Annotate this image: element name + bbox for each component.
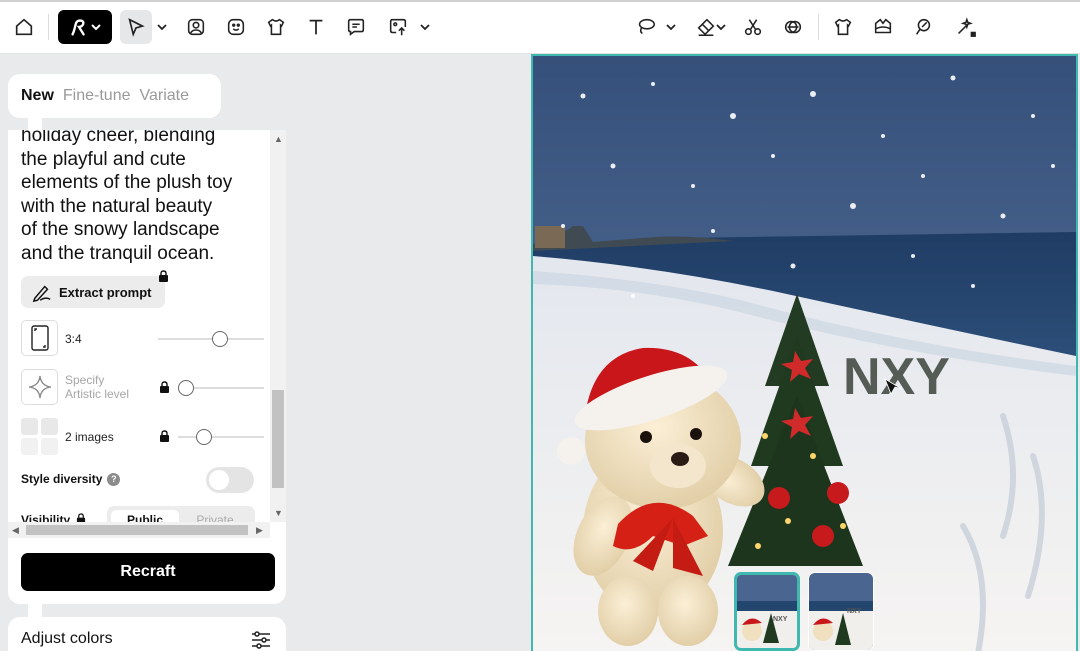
sparkle-icon <box>28 375 51 399</box>
thumbnail-sign-text: NXY <box>773 616 788 623</box>
image-count-slider[interactable] <box>178 429 264 445</box>
style-diversity-label: Style diversity ? <box>21 472 121 486</box>
upload-dropdown[interactable] <box>418 10 432 44</box>
prompt-line: holiday cheer, blending <box>21 130 216 146</box>
lock-icon <box>160 430 169 442</box>
tab-fine-tune[interactable]: Fine-tune <box>63 87 131 105</box>
aspect-ratio-icon <box>30 325 49 351</box>
generation-panel: holiday cheer, blending the playful and … <box>8 130 286 604</box>
toolbar-divider <box>48 14 49 40</box>
text-tool-icon[interactable] <box>300 10 332 44</box>
visibility-segmented-control: Public Private <box>107 506 255 522</box>
layers-icon[interactable] <box>777 10 809 44</box>
brush-icon[interactable] <box>907 10 939 44</box>
settings-scroll-area[interactable]: holiday cheer, blending the playful and … <box>8 130 270 522</box>
sliders-icon[interactable] <box>250 629 272 651</box>
tshirt-icon[interactable] <box>827 10 859 44</box>
scroll-left-arrow-icon[interactable]: ◀ <box>12 525 19 536</box>
artistic-level-label: Specify Artistic level <box>65 373 129 401</box>
visibility-public-option[interactable]: Public <box>111 510 179 522</box>
pointer-icon <box>128 18 145 37</box>
extract-prompt-label: Extract prompt <box>59 284 152 300</box>
slider-handle[interactable] <box>178 380 194 396</box>
lasso-icon[interactable] <box>630 10 662 44</box>
tab-new[interactable]: New <box>21 87 54 105</box>
chevron-down-icon <box>157 24 167 31</box>
scroll-right-arrow-icon[interactable]: ▶ <box>256 525 263 536</box>
adjust-colors-label: Adjust colors <box>21 630 113 647</box>
variant-thumbnail-1[interactable]: NXY <box>734 572 800 651</box>
tab-variate[interactable]: Variate <box>140 87 190 105</box>
artistic-level-label-line: Artistic level <box>65 387 130 401</box>
horizontal-scroll-thumb[interactable] <box>26 525 248 535</box>
scissors-icon[interactable] <box>737 10 769 44</box>
style-diversity-text: Style diversity <box>21 472 103 486</box>
scroll-down-arrow-icon[interactable]: ▼ <box>274 508 283 518</box>
thumbnail-image: NXY <box>737 575 797 648</box>
slider-handle[interactable] <box>195 429 212 445</box>
sticker-icon[interactable] <box>220 10 252 44</box>
recraft-button[interactable]: Recraft <box>21 553 275 591</box>
vertical-scroll-thumb[interactable] <box>272 390 284 488</box>
variant-thumbnails: NXY NXY <box>734 572 876 651</box>
magic-edit-icon[interactable] <box>948 10 982 44</box>
chevron-down-icon <box>91 24 101 31</box>
recraft-logo-icon <box>71 19 85 36</box>
artistic-level-button[interactable] <box>21 369 58 405</box>
prompt-line: the playful and cute <box>21 148 186 170</box>
select-tool-dropdown[interactable] <box>155 10 169 44</box>
prompt-text[interactable]: holiday cheer, blending the playful and … <box>21 130 266 265</box>
panel-connector <box>28 604 42 617</box>
variant-thumbnail-2[interactable]: NXY <box>808 572 874 651</box>
comment-icon[interactable] <box>340 10 372 44</box>
background-icon[interactable] <box>867 10 899 44</box>
style-diversity-toggle[interactable] <box>206 467 254 493</box>
mockup-icon[interactable] <box>260 10 292 44</box>
canvas-image[interactable]: NXY <box>531 54 1078 651</box>
scroll-up-arrow-icon[interactable]: ▲ <box>274 134 283 144</box>
visibility-text: Visibility <box>21 513 71 522</box>
prompt-line: and the tranquil ocean. <box>21 242 215 264</box>
aspect-ratio-label: 3:4 <box>65 332 82 346</box>
prompt-line: of the snowy landscape <box>21 219 220 240</box>
artistic-level-slider[interactable] <box>178 380 264 396</box>
horizontal-scrollbar[interactable]: ◀ ▶ <box>8 522 270 538</box>
pen-icon <box>32 285 51 302</box>
adjust-colors-panel[interactable]: Adjust colors <box>8 617 286 651</box>
upload-icon[interactable] <box>382 10 414 44</box>
chevron-down-icon <box>716 24 726 31</box>
toolbar-divider <box>818 14 819 40</box>
eraser-dropdown[interactable] <box>714 10 728 44</box>
mode-tabs: New Fine-tune Variate <box>8 74 221 118</box>
lock-icon <box>160 381 169 393</box>
logo-menu-button[interactable] <box>58 10 112 44</box>
home-icon[interactable] <box>8 10 40 44</box>
extract-prompt-button[interactable]: Extract prompt <box>21 276 165 308</box>
chevron-down-icon <box>420 24 430 31</box>
visibility-private-option[interactable]: Private <box>181 510 249 522</box>
image-count-label: 2 images <box>65 430 114 444</box>
panel-connector <box>28 116 42 130</box>
visibility-label: Visibility <box>21 513 86 522</box>
help-icon[interactable]: ? <box>107 472 121 486</box>
chevron-down-icon <box>666 24 676 31</box>
generated-image: NXY <box>533 56 1076 651</box>
toolbar <box>0 0 1080 54</box>
lock-icon <box>77 513 86 522</box>
image-count-icon[interactable] <box>21 418 58 455</box>
slider-handle[interactable] <box>212 331 228 347</box>
prompt-line: with the natural beauty <box>21 195 213 217</box>
sign-text: NXY <box>843 348 950 406</box>
thumbnail-sign-text: NXY <box>847 608 862 615</box>
lock-icon <box>159 270 168 282</box>
aspect-ratio-button[interactable] <box>21 320 58 356</box>
vertical-scrollbar[interactable]: ▲ ▼ <box>270 130 286 522</box>
select-tool-button[interactable] <box>120 10 152 44</box>
prompt-line: elements of the plush toy <box>21 172 233 193</box>
aspect-ratio-slider[interactable] <box>158 331 264 347</box>
lasso-dropdown[interactable] <box>664 10 678 44</box>
image-icon[interactable] <box>180 10 212 44</box>
thumbnail-image: NXY <box>809 573 873 650</box>
artistic-level-label-line: Specify <box>65 373 105 387</box>
